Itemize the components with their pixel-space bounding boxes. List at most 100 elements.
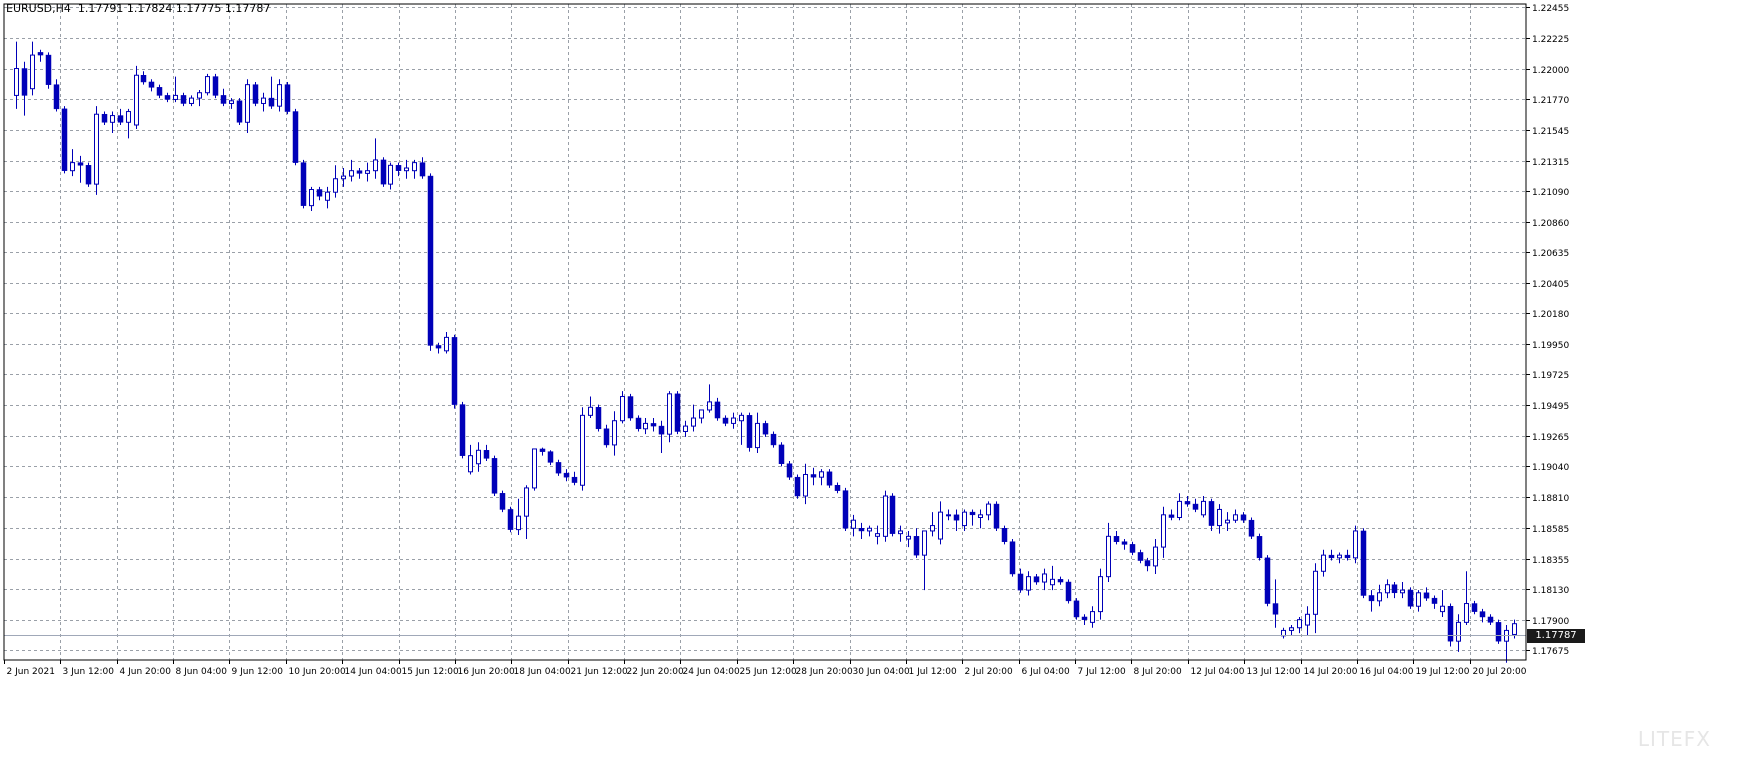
candle — [516, 498, 521, 535]
price-tick-label: 1.17675 — [1532, 647, 1569, 657]
candle-body-bear — [1360, 530, 1367, 596]
time-tick-label: 6 Jul 04:00 — [1022, 667, 1071, 677]
candle — [284, 81, 291, 115]
candle-body-bull — [229, 100, 234, 104]
candle-body-bull — [404, 167, 409, 172]
candle — [851, 514, 856, 537]
candle-body-bull — [883, 495, 888, 537]
candle-body-bear — [180, 95, 187, 104]
candle — [309, 186, 314, 212]
candle — [635, 415, 642, 432]
candle — [1385, 579, 1390, 599]
candle-body-bull — [1464, 603, 1469, 623]
candle-body-bull — [1026, 576, 1031, 591]
candle — [1073, 598, 1080, 620]
candle — [1344, 549, 1351, 561]
candle-body-bull — [444, 336, 449, 352]
time-tick-label: 2 Jun 2021 — [7, 667, 55, 677]
candle-body-bull — [851, 519, 856, 529]
candle — [986, 501, 991, 521]
candle-body-bear — [1240, 514, 1247, 521]
time-tick-label: 16 Jul 04:00 — [1360, 667, 1414, 677]
candle — [1471, 600, 1478, 615]
candle-body-bear — [993, 503, 1000, 529]
candle-body-bull — [691, 417, 696, 427]
price-tick-label: 1.20405 — [1532, 280, 1569, 290]
candle — [1313, 563, 1318, 634]
candle — [1026, 571, 1031, 596]
candle-body-bull — [699, 409, 704, 419]
candle — [1264, 555, 1271, 607]
candle — [1208, 498, 1215, 531]
candle-body-bull — [962, 511, 967, 527]
price-tick-label: 1.21770 — [1532, 96, 1569, 106]
price-tick-label: 1.19265 — [1532, 433, 1569, 443]
candle — [356, 168, 363, 179]
candle — [1009, 539, 1016, 577]
candle — [14, 41, 19, 109]
candle-body-bear — [889, 495, 896, 534]
current-price-label: 1.17787 — [1527, 628, 1585, 643]
candle — [953, 509, 960, 531]
candles — [14, 41, 1517, 663]
candle-body-bear — [459, 404, 466, 456]
candle — [427, 173, 434, 351]
price-tick-label: 1.20860 — [1532, 219, 1569, 229]
candle-body-bear — [1471, 603, 1478, 612]
candle — [819, 469, 824, 486]
candle-body-bear — [499, 493, 506, 510]
candle — [252, 81, 259, 107]
candle — [1106, 522, 1111, 583]
candle-body-bear — [762, 423, 769, 435]
time-tick-label: 20 Jul 20:00 — [1473, 667, 1527, 677]
price-tick-label: 1.18130 — [1532, 586, 1569, 596]
candle — [1168, 509, 1175, 521]
candle — [292, 108, 299, 166]
price-tick-label: 1.22455 — [1532, 4, 1569, 14]
candle-body-bear — [969, 511, 976, 516]
candle-body-bull — [906, 535, 911, 540]
candle-body-bear — [1368, 595, 1375, 602]
candle — [1400, 582, 1405, 599]
time-tick-label: 25 Jun 12:00 — [740, 667, 797, 677]
candle — [30, 41, 35, 96]
candle-body-bear — [220, 95, 227, 104]
candle-body-bull — [1098, 576, 1103, 613]
candle-body-bull — [1201, 500, 1206, 516]
candle — [476, 442, 481, 472]
price-tick-label: 1.18585 — [1532, 525, 1569, 535]
candle-body-bear — [156, 87, 163, 96]
candle-body-bear — [953, 514, 960, 521]
candle — [245, 79, 250, 134]
candle-body-bear — [778, 444, 785, 464]
candle — [691, 404, 696, 432]
candle-body-bear — [913, 536, 920, 556]
candlestick-chart[interactable]: 1.22455 1.22225 1.22000 1.21770 1.21545 1.213… — [0, 0, 1741, 761]
candle-body-bull — [1512, 623, 1517, 635]
candle-body-bull — [946, 514, 951, 517]
candle — [555, 459, 562, 476]
candle — [1033, 573, 1040, 585]
candle — [1447, 603, 1454, 647]
time-tick-label: 16 Jun 20:00 — [458, 667, 515, 677]
candle-body-bull — [468, 455, 473, 473]
candle-body-bull — [349, 170, 354, 177]
chart-window[interactable]: 1.22455 1.22225 1.22000 1.21770 1.21545 1.213… — [0, 0, 1741, 761]
candle — [1081, 614, 1088, 626]
candle — [1495, 619, 1502, 644]
candle-body-bull — [173, 94, 178, 100]
candle — [189, 95, 194, 107]
candle-body-bull — [205, 76, 210, 94]
candle — [755, 412, 760, 453]
candle-body-bull — [643, 422, 648, 430]
candle-body-bull — [1385, 584, 1390, 594]
candle — [173, 76, 178, 103]
candle-body-bear — [1208, 501, 1215, 526]
candle-body-bull — [819, 471, 824, 478]
candle-body-bull — [1400, 589, 1405, 594]
candle-body-bull — [667, 393, 672, 435]
time-tick-label: 7 Jul 12:00 — [1078, 667, 1127, 677]
candle-body-bull — [1090, 611, 1095, 623]
candle-body-bull — [612, 420, 617, 446]
candle-body-bear — [786, 463, 793, 478]
